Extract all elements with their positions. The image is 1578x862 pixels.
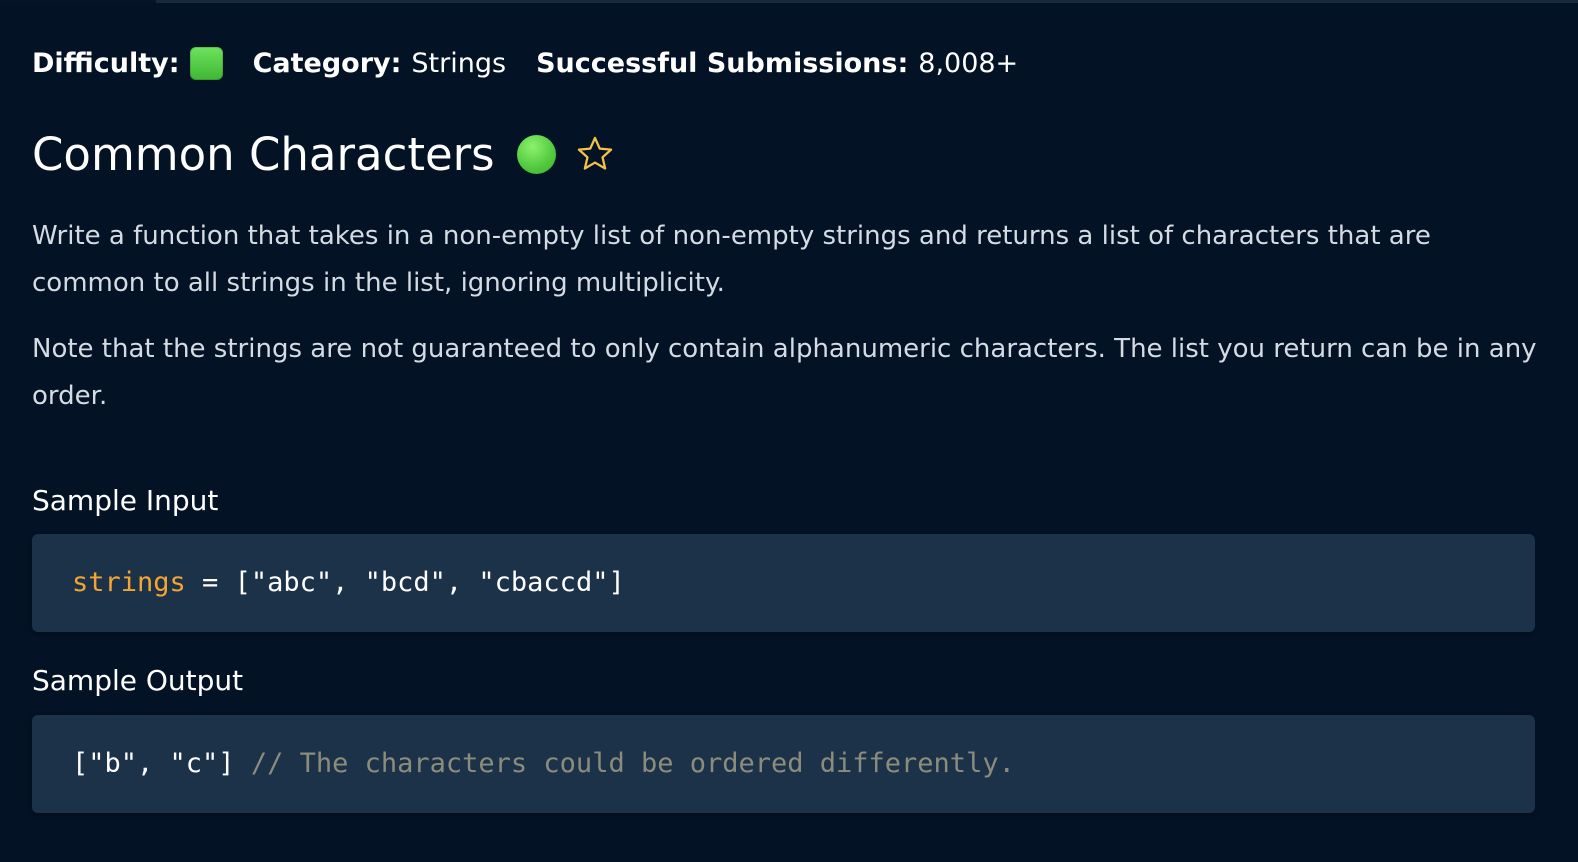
description-paragraph: Note that the strings are not guaranteed…	[32, 334, 1537, 411]
problem-meta-row: Difficulty: Category: Strings Successful…	[32, 42, 1018, 84]
code-separator	[235, 748, 251, 779]
sample-output-code-block: ["b", "c"] // The characters could be or…	[32, 715, 1535, 813]
sample-output-code: ["b", "c"] // The characters could be or…	[72, 743, 1015, 785]
code-value: ["b", "c"]	[72, 748, 235, 779]
star-outline-icon-svg	[577, 136, 612, 170]
category-value: Strings	[411, 47, 507, 79]
sample-input-heading: Sample Input	[32, 484, 219, 517]
submissions-count: 8,008+	[918, 47, 1019, 79]
difficulty-dot-icon	[516, 134, 556, 174]
description-paragraph: Write a function that takes in a non-emp…	[32, 221, 1431, 298]
category-label: Category:	[252, 47, 402, 79]
code-variable: strings	[72, 567, 186, 598]
top-rule	[0, 0, 1578, 3]
sample-input-code: strings = ["abc", "bcd", "cbaccd"]	[72, 562, 625, 604]
problem-description: Write a function that takes in a non-emp…	[32, 213, 1542, 420]
difficulty-indicator	[189, 46, 223, 80]
top-rule-segment	[0, 0, 156, 3]
submissions-label: Successful Submissions:	[536, 47, 909, 79]
sample-output-heading: Sample Output	[32, 664, 244, 697]
code-assignment: =	[185, 567, 235, 598]
sample-input-code-block: strings = ["abc", "bcd", "cbaccd"]	[32, 534, 1535, 632]
star-outline-icon[interactable]	[574, 133, 616, 175]
difficulty-label: Difficulty:	[32, 47, 180, 79]
problem-title: Common Characters	[32, 127, 495, 181]
code-comment: // The characters could be ordered diffe…	[250, 748, 1015, 779]
problem-title-row: Common Characters	[32, 124, 616, 184]
code-value: ["abc", "bcd", "cbaccd"]	[234, 567, 625, 598]
